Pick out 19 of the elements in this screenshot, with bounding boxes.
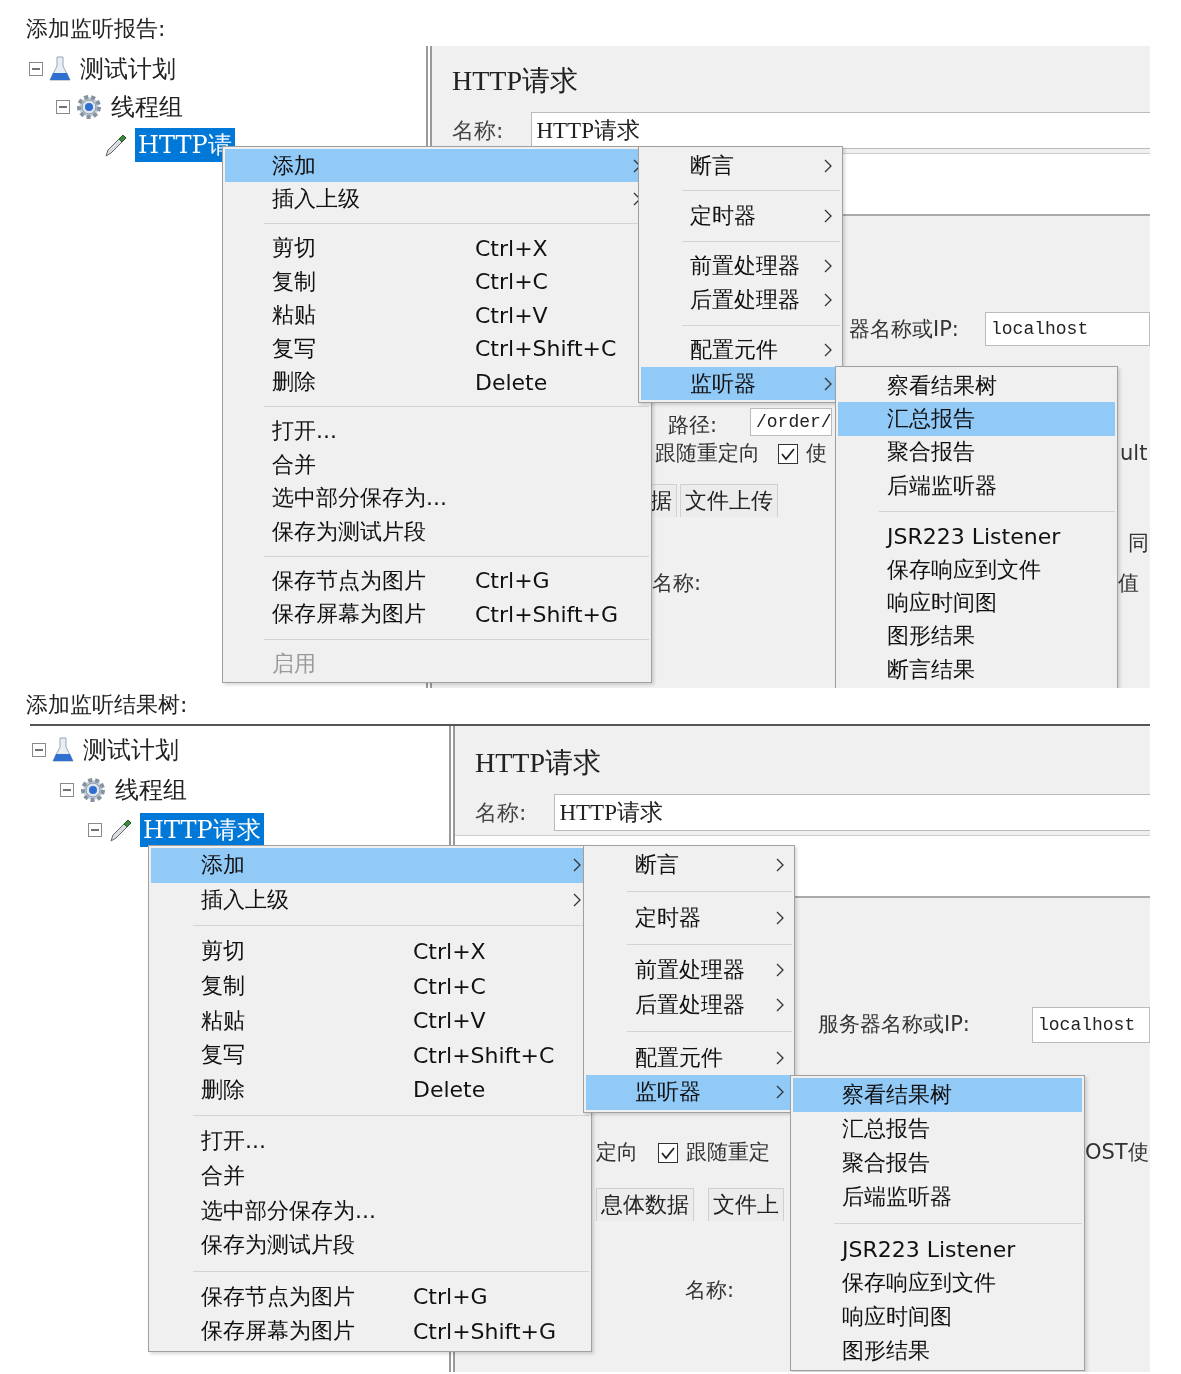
name-label: 名称: [475,798,527,827]
field-label: 跟随重定向 [655,440,760,467]
checkbox-label: 跟随重定 [686,1139,770,1166]
panel-title: HTTP请求 [452,64,579,98]
section-caption: 添加监听报告: [25,15,167,43]
name-label: 名称: [452,116,504,145]
field-label: 名称: [652,570,702,597]
section-caption: 添加监听结果树: [25,691,189,719]
field-label: OST使 [1085,1139,1149,1166]
field-label: 名称: [685,1277,735,1304]
field-label: ult [1120,440,1148,467]
field-label: 路径: [668,412,718,439]
panel-title: HTTP请求 [475,746,602,780]
field-label: 器名称或IP: [849,316,959,343]
field-label: 定向 [596,1139,638,1166]
field-label: 服务器名称或IP: [818,1011,970,1038]
field-label: 值 [1118,570,1139,597]
checkbox-label: 使 [806,440,827,467]
field-label: 同 [1128,530,1149,557]
